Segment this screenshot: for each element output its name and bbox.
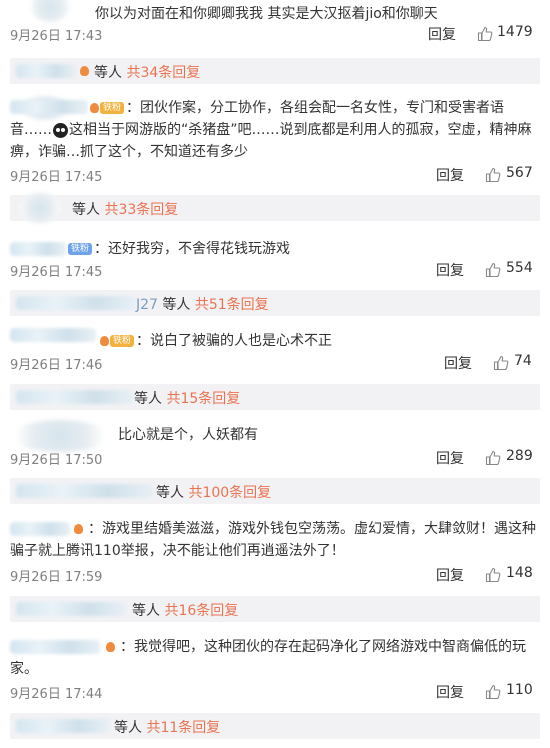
like-count: 74 — [514, 353, 532, 369]
comment-text-part: ：游戏里结婚美滋滋，游戏外钱包空荡荡。虚幻爱情，大肆敛财！遇这种骗子就上腾讯11… — [10, 521, 536, 559]
sub-replies-link[interactable]: 共51条回复 — [195, 297, 269, 313]
comment-text: 铁粉 ：说白了被骗的人也是心术不正 — [10, 330, 540, 352]
reply-button[interactable]: 回复 — [436, 165, 464, 185]
sub-replies-count-text: 等人 — [114, 720, 142, 736]
fan-badge: 铁粉 — [100, 102, 125, 114]
comment-date: 9月26日 17:45 — [10, 170, 103, 185]
sub-replies-bar: 等人 共16条回复 — [10, 596, 540, 622]
sub-replies-link[interactable]: 共33条回复 — [104, 202, 178, 218]
like-count: 554 — [506, 260, 533, 276]
fan-medal-icon — [80, 66, 89, 76]
comment-text-part: ：说白了被骗的人也是心术不正 — [136, 333, 333, 349]
replier-name — [16, 296, 136, 310]
sub-replies-count-text: 等人 — [132, 603, 160, 619]
reply-button[interactable]: 回复 — [428, 24, 456, 44]
reply-button[interactable]: 回复 — [436, 448, 464, 468]
sub-replies-bar: 等人 共33条回复 — [10, 193, 540, 223]
sub-replies-link[interactable]: 共100条回复 — [188, 485, 271, 501]
thumbs-up-icon[interactable] — [485, 450, 501, 466]
replier-name — [16, 484, 154, 498]
replier-name-suffix: J27 — [136, 297, 158, 313]
replier-name — [16, 602, 126, 616]
sub-replies-link[interactable]: 共34条回复 — [126, 65, 200, 81]
replier-avatar — [20, 193, 60, 223]
thumbs-up-icon[interactable] — [485, 167, 501, 183]
sub-replies-count-text: 等人 — [72, 202, 100, 218]
sub-replies-count-text: 等人 — [134, 391, 162, 407]
replier-name — [16, 390, 134, 404]
comment-text-part: 这相当于网游版的“杀猪盘”吧……说到底都是利用人的孤寂，空虚，精神麻痹，诈骗…抓… — [10, 122, 532, 160]
sub-replies-count-text: 等人 — [94, 65, 122, 81]
comment-text: ：游戏里结婚美滋滋，游戏外钱包空荡荡。虚幻爱情，大肆敛财！遇这种骗子就上腾讯11… — [10, 518, 540, 562]
comment-date: 9月26日 17:45 — [10, 265, 103, 280]
like-count: 289 — [506, 448, 533, 464]
sub-replies-link[interactable]: 共16条回复 — [164, 603, 238, 619]
comment-text: ：我觉得吧，这种团伙的存在起码净化了网络游戏中智商偏低的玩家。 — [10, 636, 540, 680]
comment-date: 9月26日 17:43 — [10, 29, 103, 44]
reply-button[interactable]: 回复 — [436, 260, 464, 280]
comment-text-part: ：还好我穷，不舍得花钱玩游戏 — [94, 241, 291, 257]
fan-badge: 铁粉 — [68, 243, 93, 255]
sub-replies-bar: 等人 共34条回复 — [10, 58, 540, 84]
fan-medal-icon — [100, 336, 109, 346]
sub-replies-count-text: 等人 — [162, 297, 191, 313]
comment-text: 比心就是个，人妖都有 — [10, 424, 540, 446]
doge-emoji-icon — [53, 122, 68, 138]
fan-medal-icon — [90, 103, 99, 113]
thumbs-up-icon[interactable] — [485, 684, 501, 700]
reply-button[interactable]: 回复 — [436, 565, 464, 585]
comment-text: 铁粉 ：团伙作案，分工协作，各组会配一名女性，专门和受害者语音…… 这相当于网游版的… — [10, 97, 540, 163]
fan-badge: 铁粉 — [110, 335, 135, 347]
sub-replies-bar: J27 等人 共51条回复 — [10, 290, 540, 316]
sub-replies-count-text: 等人 — [156, 485, 184, 501]
like-count: 110 — [506, 682, 533, 698]
thumbs-up-icon[interactable] — [493, 355, 509, 371]
reply-button[interactable]: 回复 — [444, 353, 472, 373]
thumbs-up-icon[interactable] — [485, 262, 501, 278]
comment-date: 9月26日 17:50 — [10, 453, 103, 468]
comment-date: 9月26日 17:44 — [10, 687, 103, 702]
like-count: 148 — [506, 565, 533, 581]
thumbs-up-icon[interactable] — [477, 26, 493, 42]
avatar[interactable] — [30, 0, 70, 22]
comment-text: 你以为对面在和你卿卿我我 其实是大汉抠着jio和你聊天 — [95, 6, 438, 22]
reply-button[interactable]: 回复 — [436, 682, 464, 702]
comment-text-part: ：我觉得吧，这种团伙的存在起码净化了网络游戏中智商偏低的玩家。 — [10, 639, 526, 677]
sub-replies-bar: 等人 共15条回复 — [10, 384, 540, 410]
replier-name — [16, 719, 110, 733]
sub-replies-link[interactable]: 共15条回复 — [166, 391, 240, 407]
comment-date: 9月26日 17:46 — [10, 358, 103, 373]
sub-replies-link[interactable]: 共11条回复 — [146, 720, 220, 736]
like-count: 567 — [506, 165, 533, 181]
replier-name — [16, 64, 76, 78]
sub-replies-bar: 等人 共100条回复 — [10, 478, 540, 504]
thumbs-up-icon[interactable] — [485, 567, 501, 583]
comment-text-part: 比心就是个，人妖都有 — [118, 427, 258, 443]
comment-text: 铁粉 ：还好我穷，不舍得花钱玩游戏 — [10, 238, 540, 260]
comment-date: 9月26日 17:59 — [10, 570, 103, 585]
like-count: 1479 — [497, 24, 533, 40]
sub-replies-bar: 等人 共11条回复 — [10, 713, 540, 739]
